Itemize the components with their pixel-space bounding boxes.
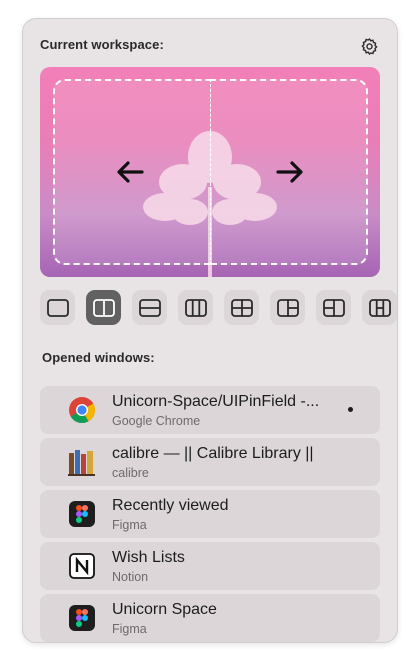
calibre-icon <box>67 447 97 477</box>
window-title: Unicorn-Space/UIPinField -... <box>112 393 320 410</box>
layout-four-grid-button[interactable] <box>224 290 259 325</box>
arrow-left-icon <box>117 161 144 183</box>
notion-icon <box>67 551 97 581</box>
layout-left-split-right-main-button[interactable] <box>316 290 351 325</box>
window-title: Recently viewed <box>112 497 229 514</box>
active-dot <box>348 407 353 412</box>
layout-left-main-right-split-icon <box>276 298 299 317</box>
arrow-right-icon <box>276 161 303 183</box>
window-app-name: calibre <box>112 466 149 480</box>
gear-icon[interactable] <box>359 36 379 56</box>
window-list: Unicorn-Space/UIPinField -... Google Chr… <box>40 386 380 642</box>
opened-windows-label: Opened windows: <box>42 350 155 365</box>
window-title: Wish Lists <box>112 549 185 566</box>
layout-full-icon <box>46 298 69 317</box>
list-item[interactable]: Wish Lists Notion <box>40 542 380 590</box>
workspace-panel: Current workspace: Opened windows: Unico… <box>22 18 398 643</box>
window-app-name: Figma <box>112 622 147 636</box>
list-item[interactable]: Unicorn Space Figma <box>40 594 380 642</box>
layout-columns-with-rows-icon <box>368 298 391 317</box>
layout-two-rows-button[interactable] <box>132 290 167 325</box>
current-workspace-label: Current workspace: <box>40 37 164 52</box>
layout-two-columns-icon <box>92 298 115 317</box>
window-title: Unicorn Space <box>112 601 217 618</box>
figma-icon <box>67 499 97 529</box>
layout-two-rows-icon <box>138 298 161 317</box>
layout-left-main-right-split-button[interactable] <box>270 290 305 325</box>
layout-full-button[interactable] <box>40 290 75 325</box>
layout-three-columns-button[interactable] <box>178 290 213 325</box>
layout-columns-with-rows-button[interactable] <box>362 290 397 325</box>
window-app-name: Notion <box>112 570 149 584</box>
layout-two-columns-button[interactable] <box>86 290 121 325</box>
window-app-name: Figma <box>112 518 147 532</box>
list-item[interactable]: Recently viewed Figma <box>40 490 380 538</box>
layout-four-grid-icon <box>230 298 253 317</box>
window-app-name: Google Chrome <box>112 414 201 428</box>
chrome-icon <box>67 395 97 425</box>
list-item[interactable]: calibre — || Calibre Library || calibre <box>40 438 380 486</box>
layout-picker <box>40 290 397 325</box>
list-item[interactable]: Unicorn-Space/UIPinField -... Google Chr… <box>40 386 380 434</box>
figma-icon <box>67 603 97 633</box>
window-title: calibre — || Calibre Library || <box>112 445 314 462</box>
layout-left-split-right-main-icon <box>322 298 345 317</box>
workspace-preview[interactable] <box>40 67 380 277</box>
layout-three-columns-icon <box>184 298 207 317</box>
